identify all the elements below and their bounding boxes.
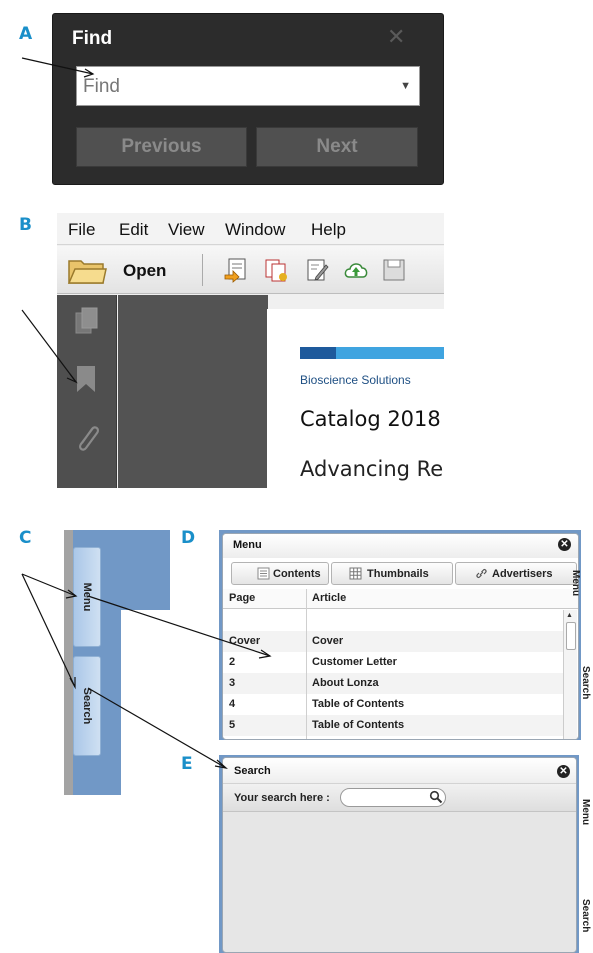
toolbar-separator: [202, 254, 203, 286]
strip-border: [64, 530, 73, 795]
search-panel-area: Search ✕ Your search here : Menu Search: [219, 755, 593, 953]
edit-document-icon[interactable]: [304, 257, 330, 283]
menu-panel-tabs: Contents Thumbnails Advertisers: [223, 562, 578, 586]
page-company: Bioscience Solutions: [300, 373, 411, 387]
search-panel: Search ✕ Your search here :: [222, 757, 577, 953]
table-header: Page Article: [223, 589, 578, 609]
scrollbar-thumb[interactable]: [566, 622, 576, 650]
link-icon: [476, 568, 487, 579]
table-row[interactable]: 2 Customer Letter: [223, 652, 563, 673]
tab-advertisers-label: Advertisers: [492, 568, 553, 580]
search-panel-title: Search: [234, 765, 271, 777]
paperclip-icon[interactable]: [73, 422, 101, 456]
close-icon[interactable]: ✕: [387, 24, 405, 50]
grid-icon: [349, 567, 362, 580]
search-icon[interactable]: [429, 790, 443, 804]
close-icon[interactable]: ✕: [557, 765, 570, 778]
row-page: Cover: [229, 635, 261, 647]
section-label-a: A: [19, 24, 33, 44]
tab-contents-label: Contents: [273, 568, 321, 580]
side-tab-strip: [581, 530, 593, 740]
create-pdf-icon[interactable]: [223, 257, 249, 283]
section-label-d: D: [181, 528, 196, 548]
search-tab[interactable]: Search: [73, 656, 101, 756]
save-icon[interactable]: [381, 257, 407, 283]
menu-panel-area: Menu ✕ Contents Thumbnails Advertisers P…: [219, 530, 593, 740]
section-label-e: E: [181, 754, 193, 774]
bookmark-icon[interactable]: [74, 364, 98, 394]
row-article: Table of Contents: [312, 698, 405, 710]
next-button[interactable]: Next: [256, 127, 418, 167]
menu-view[interactable]: View: [168, 220, 205, 240]
row-page: 4: [229, 698, 236, 710]
scroll-up-icon[interactable]: ▲: [566, 612, 573, 619]
page-accent-bar: [300, 347, 336, 359]
close-icon[interactable]: ✕: [558, 538, 571, 551]
row-article: Table of Contents: [312, 719, 405, 731]
search-label: Your search here :: [234, 792, 330, 804]
menu-window[interactable]: Window: [225, 220, 285, 240]
column-header-article: Article: [312, 592, 347, 604]
find-panel-title: Find: [72, 28, 113, 49]
search-input[interactable]: [340, 788, 446, 807]
menu-panel-header: Menu ✕: [223, 534, 578, 558]
page-accent-bar: [336, 347, 444, 359]
find-panel: Find ✕ Find ▼ Previous Next: [52, 13, 444, 185]
search-tab-label: Search: [81, 687, 93, 725]
previous-button[interactable]: Previous: [76, 127, 247, 167]
open-button[interactable]: Open: [123, 261, 166, 281]
row-page: 2: [229, 656, 236, 668]
row-article: About Lonza: [312, 677, 379, 689]
menu-edit[interactable]: Edit: [119, 220, 148, 240]
tab-thumbnails-label: Thumbnails: [367, 568, 429, 580]
search-tab[interactable]: Search: [580, 899, 591, 932]
menu-bar: File Edit View Window Help: [57, 213, 444, 245]
search-bar: Your search here :: [223, 784, 576, 812]
row-page: 5: [229, 719, 236, 731]
row-article: Customer Letter: [312, 656, 397, 668]
combine-files-icon[interactable]: [263, 257, 289, 283]
folder-open-icon[interactable]: [67, 255, 107, 285]
tab-thumbnails[interactable]: Thumbnails: [331, 562, 453, 585]
section-label-b: B: [19, 215, 32, 235]
table-row[interactable]: [223, 610, 563, 631]
table-row[interactable]: 4 Table of Contents: [223, 694, 563, 715]
menu-file[interactable]: File: [68, 220, 95, 240]
table-row[interactable]: Cover Cover: [223, 631, 563, 652]
document-background: [118, 295, 268, 488]
find-input[interactable]: Find ▼: [76, 66, 420, 106]
row-page: 3: [229, 677, 236, 689]
find-input-placeholder: Find: [83, 76, 120, 97]
table-row[interactable]: 5 Table of Contents: [223, 715, 563, 736]
column-header-page: Page: [229, 592, 256, 604]
document-page: Bioscience Solutions Catalog 2018 Advanc…: [267, 309, 444, 488]
page-subtitle: Advancing Re: [300, 457, 444, 481]
menu-tab-label: Menu: [81, 582, 93, 612]
section-label-c: C: [19, 528, 32, 548]
menu-panel: Menu ✕ Contents Thumbnails Advertisers P…: [222, 533, 579, 740]
viewer-page-edge: [121, 610, 170, 795]
menu-help[interactable]: Help: [311, 220, 346, 240]
column-divider: [306, 589, 307, 739]
acrobat-window: File Edit View Window Help Open Bioscien…: [57, 213, 444, 488]
menu-tab[interactable]: Menu: [73, 547, 101, 647]
menu-tab[interactable]: Menu: [570, 570, 581, 596]
viewer-side-strip: Menu Search: [64, 530, 170, 795]
menu-tab[interactable]: Menu: [580, 799, 591, 825]
search-tab[interactable]: Search: [580, 666, 591, 699]
tab-advertisers[interactable]: Advertisers: [455, 562, 577, 585]
pages-icon[interactable]: [74, 307, 100, 335]
tab-contents[interactable]: Contents: [231, 562, 329, 585]
toolbar: Open: [57, 246, 444, 294]
table-row[interactable]: 3 About Lonza: [223, 673, 563, 694]
page-title: Catalog 2018: [300, 407, 441, 431]
list-icon: [257, 567, 270, 580]
row-article: Cover: [312, 635, 344, 647]
scrollbar[interactable]: ▲: [563, 610, 577, 739]
menu-panel-title: Menu: [233, 539, 262, 551]
cloud-upload-icon[interactable]: [343, 257, 369, 283]
search-panel-header: Search ✕: [223, 758, 576, 784]
chevron-down-icon[interactable]: ▼: [400, 80, 411, 92]
navigation-pane: [57, 295, 117, 488]
